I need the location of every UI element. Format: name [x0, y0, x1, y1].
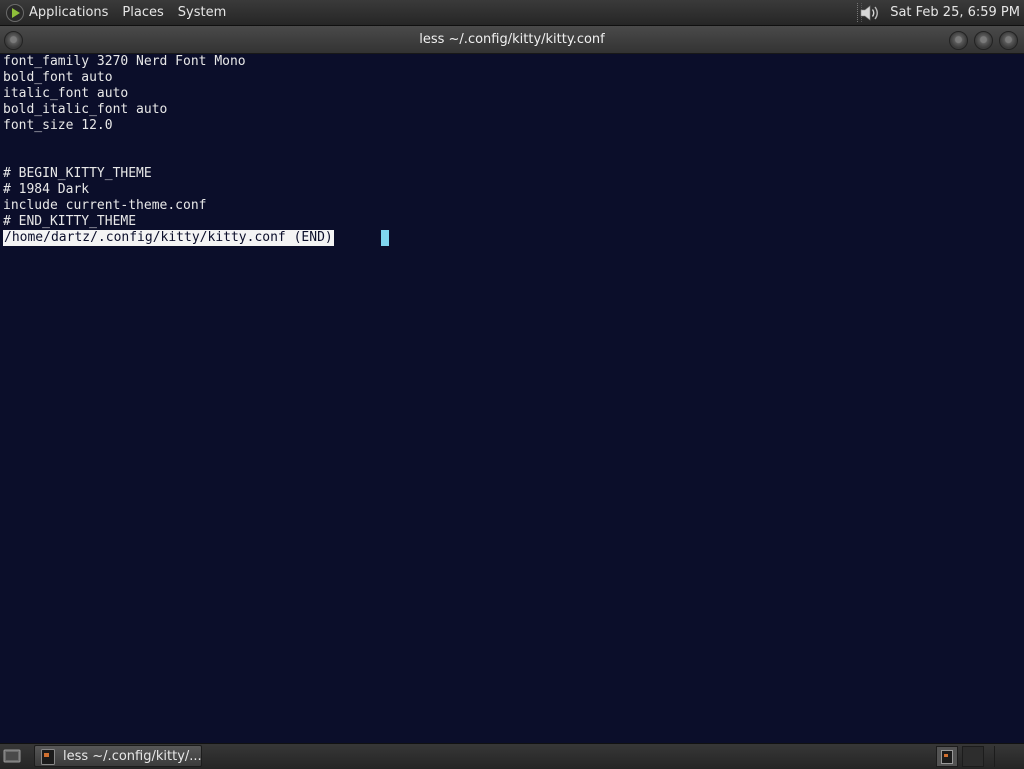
- bottom-panel: less ~/.config/kitty/...: [0, 743, 1024, 769]
- terminal-area[interactable]: font_family 3270 Nerd Font Mono bold_fon…: [0, 54, 1024, 742]
- gnome-foot-icon[interactable]: [5, 3, 25, 23]
- terminal-line: # 1984 Dark: [3, 182, 90, 197]
- terminal-line: font_family 3270 Nerd Font Mono: [3, 54, 246, 69]
- window-titlebar[interactable]: less ~/.config/kitty/kitty.conf: [0, 26, 1024, 54]
- trash-icon[interactable]: [994, 746, 1021, 767]
- workspace-1[interactable]: [936, 746, 958, 767]
- system-menu[interactable]: System: [171, 0, 233, 25]
- speaker-icon[interactable]: [857, 3, 881, 23]
- terminal-line: include current-theme.conf: [3, 198, 207, 213]
- terminal-line: # END_KITTY_THEME: [3, 214, 137, 229]
- taskbar-window-button[interactable]: less ~/.config/kitty/...: [34, 745, 202, 767]
- terminal-line: font_size 12.0: [3, 118, 113, 133]
- top-panel: Applications Places System Sat Feb 25, 6…: [0, 0, 1024, 26]
- terminal-icon: [41, 749, 55, 765]
- less-status-line: /home/dartz/.config/kitty/kitty.conf (EN…: [3, 230, 334, 246]
- system-tray: Sat Feb 25, 6:59 PM: [857, 0, 1024, 25]
- workspace-2[interactable]: [962, 746, 984, 767]
- close-icon[interactable]: [999, 31, 1018, 50]
- clock[interactable]: Sat Feb 25, 6:59 PM: [890, 5, 1024, 20]
- minimize-icon[interactable]: [949, 31, 968, 50]
- terminal-line: bold_italic_font auto: [3, 102, 168, 117]
- taskbar-window-label: less ~/.config/kitty/...: [63, 749, 202, 764]
- terminal-line: italic_font auto: [3, 86, 129, 101]
- applications-menu[interactable]: Applications: [25, 0, 115, 25]
- places-menu[interactable]: Places: [115, 0, 170, 25]
- show-desktop-icon[interactable]: [3, 747, 21, 765]
- window-title: less ~/.config/kitty/kitty.conf: [419, 32, 605, 47]
- terminal-line: # BEGIN_KITTY_THEME: [3, 166, 152, 181]
- terminal-icon: [941, 750, 953, 764]
- menu-bar: Applications Places System: [5, 0, 233, 25]
- terminal-line: bold_font auto: [3, 70, 113, 85]
- terminal-cursor: [381, 230, 389, 246]
- maximize-icon[interactable]: [974, 31, 993, 50]
